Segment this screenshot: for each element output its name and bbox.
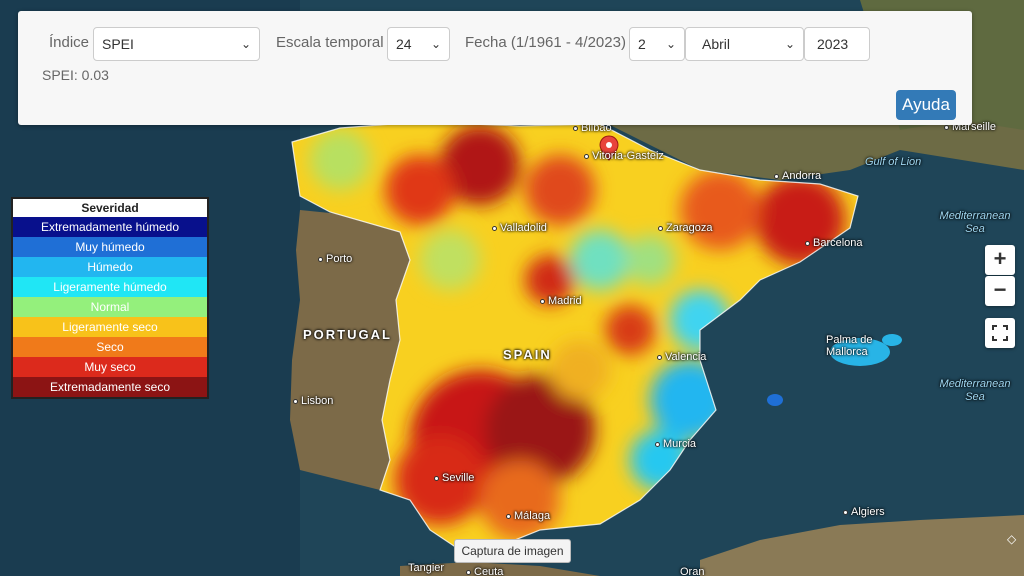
- city-name: Valladolid: [500, 222, 547, 234]
- city-dot: [944, 124, 949, 130]
- city-dot: [293, 398, 298, 404]
- year-input-value: 2023: [817, 36, 849, 52]
- city-dot: [318, 256, 323, 262]
- control-panel: Índice SPEI ⌄ Escala temporal 24 ⌄ Fecha…: [18, 11, 972, 125]
- city-name: Tangier: [408, 562, 445, 574]
- city-name: Madrid: [548, 295, 582, 307]
- city-dot: [843, 509, 848, 515]
- city-dot: [805, 240, 810, 246]
- map-label-vitoria: Vitoria-Gasteiz: [584, 150, 664, 162]
- legend-item: Extremadamente seco: [13, 377, 207, 397]
- indice-label: Índice: [49, 34, 90, 51]
- country-name: SPAIN: [503, 347, 552, 362]
- day-select[interactable]: 2 ⌄: [629, 27, 685, 61]
- map-label-mediterranean-1: Mediterranean Sea: [930, 210, 1020, 236]
- country-name: PORTUGAL: [303, 327, 392, 342]
- indice-select[interactable]: SPEI ⌄: [93, 27, 260, 61]
- map-label-murcia: Murcia: [655, 438, 696, 450]
- chevron-down-icon: ⌄: [430, 37, 441, 51]
- map-label-porto: Porto: [318, 253, 352, 265]
- map-label-mediterranean-2: Mediterranean Sea: [930, 378, 1020, 404]
- legend-item: Seco: [13, 337, 207, 357]
- fullscreen-button[interactable]: [985, 318, 1015, 348]
- map-label-zaragoza: Zaragoza: [658, 222, 712, 234]
- month-select[interactable]: Abril ⌄: [685, 27, 804, 61]
- city-dot: [466, 569, 471, 575]
- city-dot: [540, 298, 545, 304]
- year-input[interactable]: 2023: [804, 27, 870, 61]
- indice-select-value: SPEI: [102, 36, 134, 52]
- city-name: Zaragoza: [666, 222, 713, 234]
- city-name: Lisbon: [301, 395, 334, 407]
- spei-value-readout: SPEI: 0.03: [42, 67, 109, 83]
- sea-name: Mediterranean Sea: [939, 378, 1011, 403]
- map-label-oran: Oran: [680, 566, 704, 576]
- city-dot: [657, 354, 662, 360]
- city-name: Algiers: [851, 506, 885, 518]
- sea-name: Mediterranean Sea: [939, 210, 1011, 235]
- legend-item: Ligeramente húmedo: [13, 277, 207, 297]
- chevron-down-icon: ⌄: [240, 37, 251, 51]
- city-dot: [434, 475, 439, 481]
- city-name: Málaga: [514, 510, 551, 522]
- city-dot: [655, 441, 660, 447]
- city-dot: [584, 153, 589, 159]
- map-label-palma: Palma de Mallorca: [826, 334, 890, 358]
- map-label-portugal: PORTUGAL: [303, 327, 392, 342]
- zoom-out-button[interactable]: −: [985, 276, 1015, 306]
- zoom-in-button[interactable]: +: [985, 245, 1015, 275]
- map-label-ceuta: Ceuta: [466, 566, 503, 576]
- legend-item: Normal: [13, 297, 207, 317]
- fullscreen-icon: [992, 325, 1008, 341]
- map-label-algiers: Algiers: [843, 506, 885, 518]
- city-name: Valencia: [665, 351, 707, 363]
- sea-name: Gulf of Lion: [865, 156, 922, 168]
- escala-select-value: 24: [396, 36, 412, 52]
- legend-title: Severidad: [81, 201, 139, 215]
- legend-item: Húmedo: [13, 257, 207, 277]
- city-name: Ceuta: [474, 566, 504, 576]
- city-dot: [774, 173, 779, 179]
- city-dot: [658, 225, 663, 231]
- city-name: Porto: [326, 253, 353, 265]
- city-dot: [573, 125, 578, 131]
- city-name: Andorra: [782, 170, 822, 182]
- legend-item: Extremadamente húmedo: [13, 217, 207, 237]
- city-dot: [506, 513, 511, 519]
- day-select-value: 2: [638, 36, 646, 52]
- city-name: Murcia: [663, 438, 697, 450]
- city-dot: [492, 225, 497, 231]
- map-label-andorra: Andorra: [774, 170, 821, 182]
- city-name: Barcelona: [813, 237, 863, 249]
- map-label-barcelona: Barcelona: [805, 237, 863, 249]
- capture-image-button[interactable]: Captura de imagen: [454, 539, 571, 563]
- legend-item: Ligeramente seco: [13, 317, 207, 337]
- city-name: Palma de Mallorca: [826, 334, 873, 358]
- map-label-lisbon: Lisbon: [293, 395, 333, 407]
- layers-icon[interactable]: ◇: [1007, 532, 1016, 546]
- map-label-spain: SPAIN: [503, 347, 552, 362]
- map-label-seville: Seville: [434, 472, 474, 484]
- map-label-malaga: Málaga: [506, 510, 550, 522]
- month-select-value: Abril: [702, 36, 731, 52]
- map-label-madrid: Madrid: [540, 295, 582, 307]
- map-label-tangier: Tangier: [408, 562, 444, 574]
- escala-label: Escala temporal: [276, 34, 384, 51]
- map-label-valladolid: Valladolid: [492, 222, 547, 234]
- city-name: Oran: [680, 566, 705, 576]
- city-name: Seville: [442, 472, 475, 484]
- legend-rows: Extremadamente húmedo Muy húmedo Húmedo Lig…: [13, 217, 207, 397]
- map-label-valencia: Valencia: [657, 351, 706, 363]
- severity-legend: Severidad Extremadamente húmedo Muy húmed…: [11, 197, 209, 399]
- chevron-down-icon: ⌄: [784, 37, 795, 51]
- fecha-label: Fecha (1/1961 - 4/2023): [465, 34, 626, 51]
- legend-item: Muy húmedo: [13, 237, 207, 257]
- city-name: Vitoria-Gasteiz: [592, 150, 664, 162]
- help-button[interactable]: Ayuda: [896, 90, 956, 120]
- chevron-down-icon: ⌄: [665, 37, 676, 51]
- map-label-gulf-of-lion: Gulf of Lion: [865, 156, 921, 169]
- legend-item: Muy seco: [13, 357, 207, 377]
- escala-select[interactable]: 24 ⌄: [387, 27, 450, 61]
